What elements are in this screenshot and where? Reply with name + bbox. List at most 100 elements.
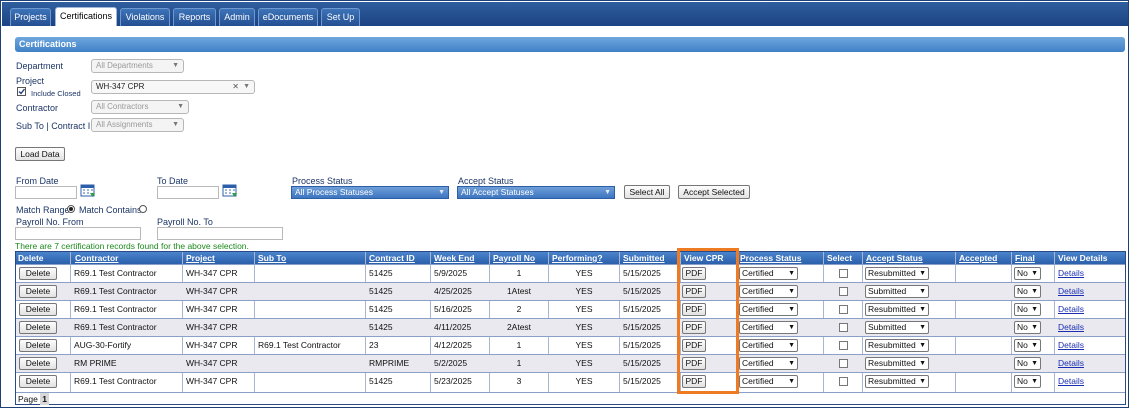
- project-select[interactable]: WH-347 CPR ✕ ▼: [91, 80, 255, 94]
- header-process-status[interactable]: Process Status: [738, 252, 801, 264]
- select-all-button[interactable]: Select All: [624, 185, 670, 199]
- tab-projects[interactable]: Projects: [10, 8, 51, 26]
- top-nav: Projects Certifications Violations Repor…: [2, 2, 1128, 26]
- details-link[interactable]: Details: [1056, 337, 1084, 354]
- select-checkbox[interactable]: [839, 269, 848, 278]
- process-status-dropdown[interactable]: Certified ▼: [739, 321, 798, 334]
- final-dropdown[interactable]: No ▼: [1014, 357, 1041, 370]
- subto-select[interactable]: All Assignments ▼: [91, 118, 184, 132]
- select-checkbox[interactable]: [839, 305, 848, 314]
- accept-status-dropdown[interactable]: Resubmitted ▼: [865, 267, 929, 280]
- submitted-cell: 5/15/2025: [623, 340, 661, 350]
- accept-selected-button[interactable]: Accept Selected: [678, 185, 750, 199]
- payroll-to-input[interactable]: [157, 227, 283, 240]
- select-checkbox[interactable]: [839, 359, 848, 368]
- from-date-input[interactable]: [15, 186, 77, 199]
- delete-button[interactable]: Delete: [19, 357, 57, 370]
- accept-status-dropdown[interactable]: Resubmitted ▼: [865, 375, 929, 388]
- details-link[interactable]: Details: [1056, 265, 1084, 282]
- header-submitted[interactable]: Submitted: [621, 252, 665, 264]
- process-status-dropdown[interactable]: Certified ▼: [739, 357, 798, 370]
- checkmark-icon: [18, 88, 25, 95]
- payroll-from-input[interactable]: [15, 227, 141, 240]
- week-end-cell: 5/23/2025: [434, 376, 472, 386]
- calendar-icon[interactable]: [80, 184, 96, 198]
- details-link[interactable]: Details: [1056, 283, 1084, 300]
- header-week-end[interactable]: Week End: [432, 252, 474, 264]
- select-checkbox[interactable]: [839, 287, 848, 296]
- process-status-select[interactable]: All Process Statuses ▼: [291, 186, 449, 199]
- select-checkbox[interactable]: [839, 341, 848, 350]
- tab-setup[interactable]: Set Up: [321, 8, 360, 26]
- process-status-dropdown[interactable]: Certified ▼: [739, 285, 798, 298]
- select-checkbox[interactable]: [839, 377, 848, 386]
- tab-certifications[interactable]: Certifications: [55, 7, 117, 26]
- delete-button[interactable]: Delete: [19, 267, 57, 280]
- final-dropdown[interactable]: No ▼: [1014, 321, 1041, 334]
- final-dropdown[interactable]: No ▼: [1014, 303, 1041, 316]
- tab-edocuments[interactable]: eDocuments: [258, 8, 318, 26]
- match-contains-radio[interactable]: [139, 205, 147, 213]
- accept-status-label: Accept Status: [458, 176, 514, 186]
- details-link[interactable]: Details: [1056, 373, 1084, 390]
- header-contractor[interactable]: Contractor: [73, 252, 118, 264]
- details-link[interactable]: Details: [1056, 319, 1084, 336]
- header-accept-status[interactable]: Accept Status: [864, 252, 923, 264]
- calendar-icon[interactable]: [222, 184, 238, 198]
- accept-status-value: Submitted: [868, 286, 907, 296]
- table-row: Delete R69.1 Test Contractor WH-347 CPR …: [16, 300, 1125, 318]
- header-accepted[interactable]: Accepted: [957, 252, 997, 264]
- header-payroll-no[interactable]: Payroll No: [491, 252, 535, 264]
- header-performing[interactable]: Performing?: [550, 252, 603, 264]
- chevron-down-icon: ▼: [1031, 270, 1038, 277]
- header-project[interactable]: Project: [184, 252, 215, 264]
- radio-dot-icon: [69, 207, 73, 211]
- tab-violations[interactable]: Violations: [120, 8, 170, 26]
- header-subto[interactable]: Sub To: [256, 252, 286, 264]
- details-link[interactable]: Details: [1056, 301, 1084, 318]
- contractor-cell: R69.1 Test Contractor: [74, 376, 157, 386]
- chevron-down-icon: ▼: [788, 306, 795, 313]
- final-dropdown[interactable]: No ▼: [1014, 339, 1041, 352]
- final-dropdown[interactable]: No ▼: [1014, 267, 1041, 280]
- accept-status-dropdown[interactable]: Resubmitted ▼: [865, 339, 929, 352]
- performing-cell: YES: [575, 304, 593, 314]
- delete-button[interactable]: Delete: [19, 375, 57, 388]
- accept-status-dropdown[interactable]: Submitted ▼: [865, 321, 929, 334]
- process-status-dropdown[interactable]: Certified ▼: [739, 375, 798, 388]
- process-status-dropdown[interactable]: Certified ▼: [739, 267, 798, 280]
- chevron-down-icon: ▼: [172, 121, 179, 128]
- process-status-dropdown[interactable]: Certified ▼: [739, 303, 798, 316]
- final-dropdown[interactable]: No ▼: [1014, 375, 1041, 388]
- accept-status-dropdown[interactable]: Submitted ▼: [865, 285, 929, 298]
- header-select: Select: [827, 253, 853, 263]
- to-date-input[interactable]: [157, 186, 219, 199]
- tab-reports[interactable]: Reports: [173, 8, 216, 26]
- include-closed-checkbox[interactable]: [17, 87, 26, 96]
- clear-icon[interactable]: ✕: [232, 81, 239, 93]
- header-final[interactable]: Final: [1013, 252, 1035, 264]
- load-data-button[interactable]: Load Data: [15, 147, 65, 161]
- select-checkbox[interactable]: [839, 323, 848, 332]
- payroll-to-label: Payroll No. To: [157, 217, 213, 227]
- accept-status-dropdown[interactable]: Resubmitted ▼: [865, 303, 929, 316]
- match-range-radio[interactable]: [67, 205, 75, 213]
- page-number[interactable]: 1: [40, 393, 49, 405]
- payroll-no-cell: 3: [516, 376, 522, 386]
- accept-status-select[interactable]: All Accept Statuses ▼: [457, 186, 615, 199]
- chevron-down-icon: ▼: [438, 189, 445, 196]
- delete-button[interactable]: Delete: [19, 303, 57, 316]
- contractor-select[interactable]: All Contractors ▼: [91, 100, 189, 114]
- process-status-dropdown[interactable]: Certified ▼: [739, 339, 798, 352]
- final-dropdown[interactable]: No ▼: [1014, 285, 1041, 298]
- project-cell: WH-347 CPR: [186, 340, 238, 350]
- delete-button[interactable]: Delete: [19, 285, 57, 298]
- tab-admin[interactable]: Admin: [219, 8, 255, 26]
- header-contract-id[interactable]: Contract ID: [367, 252, 415, 264]
- department-select[interactable]: All Departments ▼: [91, 59, 184, 73]
- process-status-value: Certified: [742, 286, 774, 296]
- details-link[interactable]: Details: [1056, 355, 1084, 372]
- accept-status-dropdown[interactable]: Resubmitted ▼: [865, 357, 929, 370]
- delete-button[interactable]: Delete: [19, 321, 57, 334]
- delete-button[interactable]: Delete: [19, 339, 57, 352]
